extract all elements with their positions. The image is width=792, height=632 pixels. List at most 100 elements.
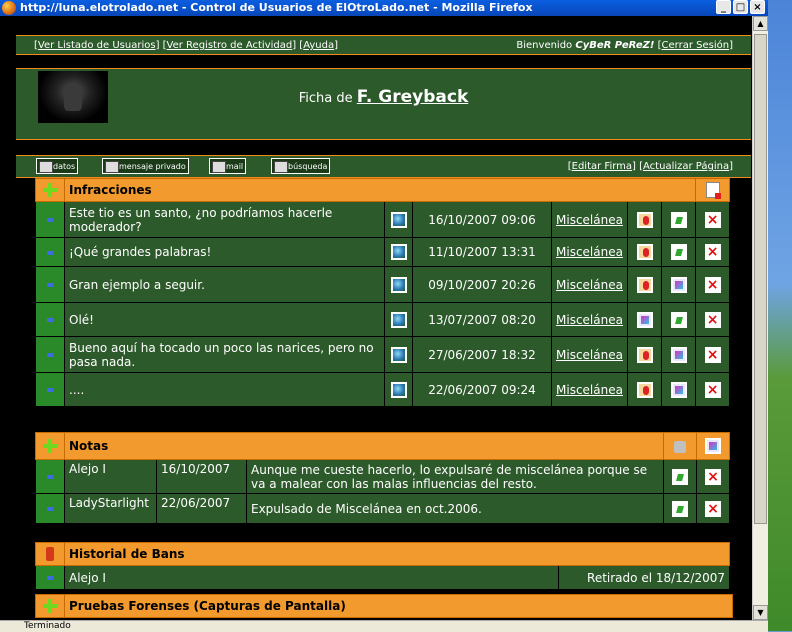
minimize-button[interactable]: _ [716, 0, 731, 14]
ban-status: Retirado el 18/12/2007 [557, 565, 731, 590]
message-icon [105, 161, 119, 173]
infraction-date: 11/10/2007 13:31 [412, 237, 552, 267]
private-message-button[interactable]: mensaje privado [102, 158, 189, 174]
user-icon[interactable] [636, 211, 653, 228]
bullet-icon [47, 475, 53, 479]
infraction-forum-link[interactable]: Miscelánea [551, 302, 628, 337]
notes-table: Notas Alejo I 16/10/2007 Aunque me cueste … [35, 432, 731, 524]
globe-icon[interactable] [390, 311, 407, 328]
note-text: Expulsado de Miscelánea en oct.2006. [245, 493, 665, 524]
maximize-button[interactable]: □ [733, 0, 748, 14]
vertical-scrollbar[interactable]: ▲ ▼ [752, 16, 768, 620]
recycle-icon[interactable] [674, 440, 687, 453]
table-row: Olé! 13/07/2007 08:20 Miscelánea × [35, 302, 731, 337]
globe-icon[interactable] [390, 346, 407, 363]
note-author: Alejo I [64, 459, 157, 494]
globe-icon[interactable] [390, 211, 407, 228]
delete-icon[interactable]: × [704, 244, 721, 260]
edit-icon[interactable] [670, 244, 687, 260]
bullet-icon [47, 388, 53, 392]
delete-icon[interactable]: × [704, 276, 721, 293]
infraction-forum-link[interactable]: Miscelánea [551, 237, 628, 267]
edit-icon[interactable] [672, 500, 689, 517]
infraction-date: 16/10/2007 09:06 [412, 201, 552, 238]
infraction-text: Gran ejemplo a seguir. [64, 266, 385, 303]
logout-link[interactable]: Cerrar Sesión [662, 40, 730, 51]
scroll-thumb[interactable] [754, 34, 767, 524]
user-icon[interactable] [636, 346, 653, 363]
add-forensic-icon[interactable] [43, 599, 57, 614]
infraction-forum-link[interactable]: Miscelánea [551, 372, 628, 407]
bans-table: Historial de Bans Alejo I Retirado el 18… [35, 542, 731, 590]
table-row: Este tio es un santo, ¿no podríamos hace… [35, 201, 731, 238]
bullet-icon [47, 283, 53, 287]
scroll-up-icon[interactable]: ▲ [753, 16, 768, 31]
screenshot-icon[interactable] [670, 381, 687, 398]
infraction-date: 13/07/2007 08:20 [412, 302, 552, 337]
table-row: ¡Qué grandes palabras! 11/10/2007 13:31 Mi… [35, 237, 731, 267]
add-note-icon[interactable] [43, 439, 57, 454]
table-row: Bueno aquí ha tocado un poco las narices… [35, 336, 731, 373]
screenshot-icon[interactable] [670, 276, 687, 293]
forensics-title: Pruebas Forenses (Capturas de Pantalla) [64, 594, 733, 618]
user-icon[interactable] [636, 244, 653, 260]
browser-window: http://luna.elotrolado.net - Control de … [0, 0, 768, 632]
screenshot-icon[interactable] [705, 438, 722, 454]
globe-icon[interactable] [390, 276, 407, 293]
infraction-date: 09/10/2007 20:26 [412, 266, 552, 303]
link-user-list[interactable]: Ver Listado de Usuarios [38, 40, 156, 51]
bullet-icon [47, 576, 53, 580]
link-activity-log[interactable]: Ver Registro de Actividad [167, 40, 293, 51]
ban-history-icon [46, 547, 54, 562]
screenshot-icon[interactable] [636, 311, 653, 328]
delete-icon[interactable]: × [705, 468, 722, 485]
close-window-button[interactable]: × [750, 0, 765, 14]
infraction-forum-link[interactable]: Miscelánea [551, 336, 628, 373]
user-icon[interactable] [636, 276, 653, 293]
window-title: http://luna.elotrolado.net - Control de … [20, 1, 533, 14]
profile-header: Ficha de F. Greyback [16, 68, 751, 140]
add-infraction-icon[interactable] [43, 183, 57, 198]
delete-icon[interactable]: × [704, 311, 721, 328]
refresh-page-link[interactable]: Actualizar Página [643, 161, 729, 172]
note-text: Aunque me cueste hacerlo, lo expulsaré d… [245, 459, 665, 494]
search-icon [274, 161, 288, 173]
profile-name-link[interactable]: F. Greyback [357, 87, 468, 107]
data-button[interactable]: datos [36, 158, 79, 174]
globe-icon[interactable] [390, 244, 407, 260]
screenshot-icon[interactable] [670, 346, 687, 363]
edit-icon[interactable] [672, 468, 689, 485]
infraction-text: Olé! [64, 302, 385, 337]
infraction-text: ¡Qué grandes palabras! [64, 237, 385, 267]
infraction-date: 27/06/2007 18:32 [412, 336, 552, 373]
delete-icon[interactable]: × [704, 346, 721, 363]
user-icon[interactable] [636, 381, 653, 398]
edit-icon[interactable] [670, 311, 687, 328]
note-date: 22/06/2007 [156, 493, 247, 524]
edit-icon[interactable] [670, 211, 687, 228]
search-button[interactable]: búsqueda [271, 158, 331, 174]
report-icon[interactable] [705, 182, 721, 199]
window-titlebar: http://luna.elotrolado.net - Control de … [0, 0, 768, 16]
table-row: LadyStarlight 22/06/2007 Expulsado de Misc… [35, 493, 731, 524]
infraction-text: .... [64, 372, 385, 407]
link-help[interactable]: Ayuda [303, 40, 334, 51]
infractions-table: Infracciones Este tio es un santo, ¿no p… [35, 178, 731, 407]
globe-icon[interactable] [390, 381, 407, 398]
top-nav-bar: [Ver Listado de Usuarios] [Ver Registro … [16, 35, 751, 55]
bullet-icon [47, 250, 53, 255]
delete-icon[interactable]: × [704, 381, 721, 398]
current-user: CyBeR PeReZ! [575, 40, 655, 51]
infraction-forum-link[interactable]: Miscelánea [551, 266, 628, 303]
delete-icon[interactable]: × [705, 500, 722, 517]
scroll-down-icon[interactable]: ▼ [753, 605, 768, 620]
edit-signature-link[interactable]: Editar Firma [572, 161, 632, 172]
page-title: Ficha de F. Greyback [298, 87, 469, 107]
page-content: [Ver Listado de Usuarios] [Ver Registro … [0, 16, 752, 620]
delete-icon[interactable]: × [704, 211, 721, 228]
mail-button[interactable]: mail [209, 158, 247, 174]
note-author: LadyStarlight [64, 493, 157, 524]
table-row: Gran ejemplo a seguir. 09/10/2007 20:26 Mi… [35, 266, 731, 303]
data-icon [39, 161, 53, 173]
infraction-forum-link[interactable]: Miscelánea [551, 201, 628, 238]
